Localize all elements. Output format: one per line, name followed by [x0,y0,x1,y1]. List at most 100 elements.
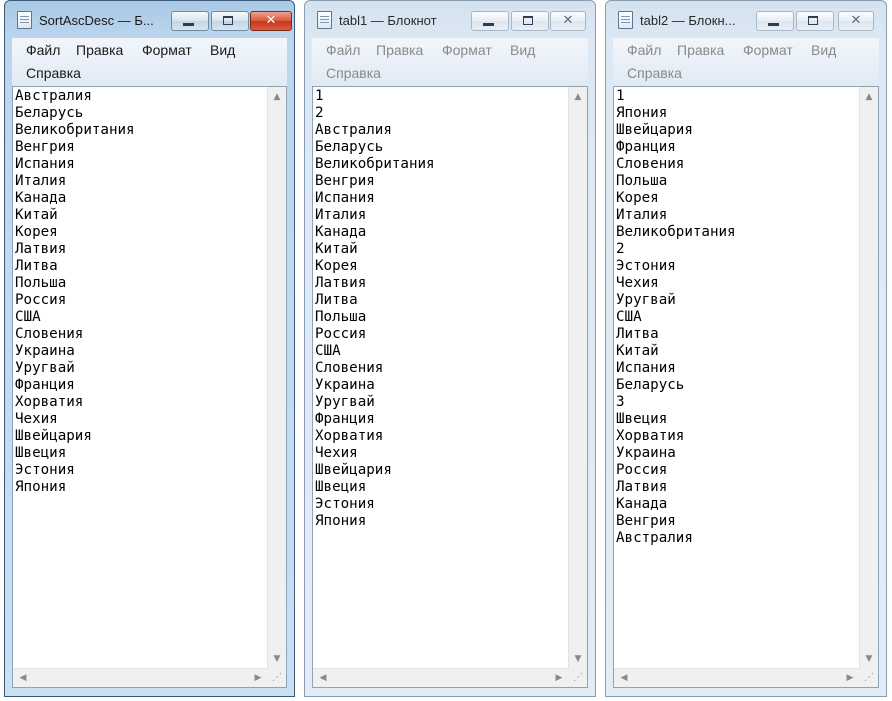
text-line: Франция [15,377,75,393]
maximize-button[interactable] [511,11,549,31]
text-line: Корея [315,258,358,274]
resize-grip-icon[interactable]: ⋰ [569,669,587,687]
minimize-button[interactable] [171,11,209,31]
text-line: Венгрия [15,139,75,155]
text-line: Россия [616,462,668,478]
scroll-down-icon[interactable]: ▼ [269,651,285,667]
menu-item-0[interactable]: Файл [627,42,661,58]
window-title: tabl1 — Блокнот [339,13,437,28]
horizontal-scrollbar[interactable]: ◀ ▶ [13,668,268,687]
text-line: Хорватия [616,428,685,444]
notepad-window-2[interactable]: tabl1 — Блокнот ✕ Файл Правка Формат Вид Справ… [304,0,596,697]
text-line: Италия [15,173,67,189]
vertical-scrollbar[interactable]: ▲ ▼ [568,87,587,669]
text-line: 1 [616,88,625,104]
text-line: Латвия [315,275,367,291]
menu-item-4[interactable]: Справка [627,65,682,81]
text-content[interactable]: 1 Япония Швейцария Франция Словения Польша Кор… [616,88,858,667]
title-bar[interactable]: SortAscDesc — Б... ✕ [5,1,294,35]
text-line: Беларусь [15,105,84,121]
close-button[interactable]: ✕ [250,11,292,31]
text-editor[interactable]: Австралия Беларусь Великобритания Венгрия Ис… [12,86,287,688]
close-icon: ✕ [265,13,277,28]
menu-item-1[interactable]: Правка [376,42,423,58]
menu-bar: Файл Правка Формат Вид Справка [312,38,588,86]
horizontal-scrollbar[interactable]: ◀ ▶ [313,668,569,687]
scroll-right-icon[interactable]: ▶ [842,670,858,686]
scroll-left-icon[interactable]: ◀ [315,670,331,686]
text-line: Литва [15,258,58,274]
menu-item-2[interactable]: Формат [142,42,192,58]
text-line: Чехия [15,411,58,427]
close-button[interactable]: ✕ [550,11,586,31]
menu-item-1[interactable]: Правка [677,42,724,58]
text-line: Уругвай [15,360,75,376]
scroll-up-icon[interactable]: ▲ [269,89,285,105]
text-content[interactable]: 1 2 Австралия Беларусь Великобритания Венгрия… [315,88,567,667]
resize-grip-icon[interactable]: ⋰ [860,669,878,687]
text-line: Россия [315,326,367,342]
text-content[interactable]: Австралия Беларусь Великобритания Венгрия Ис… [15,88,266,667]
scroll-left-icon[interactable]: ◀ [15,670,31,686]
minimize-button[interactable] [756,11,794,31]
maximize-icon [797,12,833,30]
resize-grip-icon[interactable]: ⋰ [268,669,286,687]
menu-item-3[interactable]: Вид [811,42,836,58]
close-button[interactable]: ✕ [838,11,874,31]
text-line: 1 [315,88,324,104]
scroll-down-icon[interactable]: ▼ [570,651,586,667]
title-bar[interactable]: tabl2 — Блокн... ✕ [606,1,886,35]
text-line: Украина [15,343,75,359]
text-editor[interactable]: 1 Япония Швейцария Франция Словения Польша Кор… [613,86,879,688]
menu-item-3[interactable]: Вид [510,42,535,58]
maximize-button[interactable] [796,11,834,31]
menu-item-1[interactable]: Правка [76,42,123,58]
text-line: Корея [15,224,58,240]
text-line: Корея [616,190,659,206]
close-icon: ✕ [850,13,862,28]
scroll-right-icon[interactable]: ▶ [250,670,266,686]
notepad-window-3[interactable]: tabl2 — Блокн... ✕ Файл Правка Формат Вид Спра… [605,0,887,697]
scroll-down-icon[interactable]: ▼ [861,651,877,667]
text-line: Великобритания [15,122,135,138]
text-line: Швеция [315,479,367,495]
text-line: Польша [15,275,67,291]
scroll-right-icon[interactable]: ▶ [551,670,567,686]
text-line: Канада [315,224,367,240]
text-line: Польша [616,173,668,189]
menu-item-0[interactable]: Файл [26,42,60,58]
text-editor[interactable]: 1 2 Австралия Беларусь Великобритания Венгрия… [312,86,588,688]
vertical-scrollbar[interactable]: ▲ ▼ [267,87,286,669]
menu-item-4[interactable]: Справка [26,65,81,81]
maximize-button[interactable] [211,11,249,31]
notepad-icon [618,11,633,29]
scroll-left-icon[interactable]: ◀ [616,670,632,686]
text-line: Польша [315,309,367,325]
text-line: США [15,309,41,325]
scroll-up-icon[interactable]: ▲ [861,89,877,105]
horizontal-scrollbar[interactable]: ◀ ▶ [614,668,860,687]
menu-item-4[interactable]: Справка [326,65,381,81]
menu-item-3[interactable]: Вид [210,42,235,58]
menu-item-2[interactable]: Формат [743,42,793,58]
text-line: Испания [15,156,75,172]
vertical-scrollbar[interactable]: ▲ ▼ [859,87,878,669]
text-line: Литва [315,292,358,308]
text-line: Уругвай [315,394,375,410]
scroll-up-icon[interactable]: ▲ [570,89,586,105]
text-line: Словения [616,156,685,172]
minimize-icon [757,12,793,30]
text-line: 3 [616,394,625,410]
notepad-icon [317,11,332,29]
text-line: Великобритания [315,156,435,172]
notepad-window-1[interactable]: SortAscDesc — Б... ✕ Файл Правка Формат Вид Сп… [4,0,295,697]
text-line: Чехия [616,275,659,291]
text-line: Испания [616,360,676,376]
menu-item-2[interactable]: Формат [442,42,492,58]
text-line: Украина [315,377,375,393]
text-line: 2 [616,241,625,257]
text-line: Испания [315,190,375,206]
title-bar[interactable]: tabl1 — Блокнот ✕ [305,1,595,35]
menu-item-0[interactable]: Файл [326,42,360,58]
minimize-button[interactable] [471,11,509,31]
